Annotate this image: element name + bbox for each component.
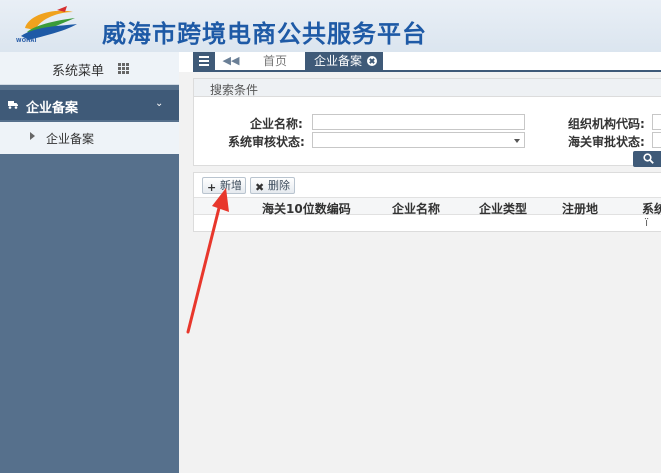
annotation-arrow: [186, 188, 229, 334]
